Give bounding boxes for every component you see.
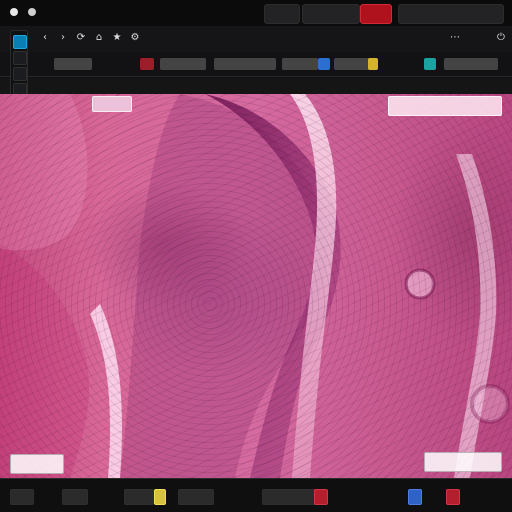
home-icon[interactable]: ⌂ xyxy=(92,31,106,45)
bookmark-icon[interactable]: ★ xyxy=(110,31,124,45)
overlay-panel[interactable] xyxy=(388,96,502,116)
taskbar-item[interactable] xyxy=(446,489,460,505)
taskbar-item[interactable] xyxy=(154,489,166,505)
taskbar-item[interactable] xyxy=(408,489,422,505)
toolbar-chip[interactable] xyxy=(160,58,206,70)
browser-tab[interactable] xyxy=(398,4,504,24)
page-title xyxy=(162,32,422,46)
taskbar-item[interactable] xyxy=(262,489,322,505)
toolbar-chip[interactable] xyxy=(54,58,92,70)
scale-bar-right xyxy=(424,452,502,472)
back-icon[interactable]: ‹ xyxy=(38,31,52,45)
refresh-icon[interactable]: ⟳ xyxy=(74,31,88,45)
settings-icon[interactable]: ⚙ xyxy=(128,31,142,45)
toolbar-chip[interactable] xyxy=(368,58,378,70)
toolbar-chip[interactable] xyxy=(444,58,498,70)
scale-bar-left xyxy=(10,454,64,474)
browser-tab-active[interactable] xyxy=(360,4,392,24)
tissue-texture xyxy=(0,94,512,478)
slide-viewer[interactable] xyxy=(0,94,512,478)
toolbar-chip[interactable] xyxy=(334,58,372,70)
toolbar-chip[interactable] xyxy=(282,58,318,70)
viewer-header-label xyxy=(226,79,306,93)
viewer-header xyxy=(0,78,512,95)
zoom-tool-icon[interactable] xyxy=(13,67,27,81)
extensions-icon[interactable]: ⋯ xyxy=(448,31,462,45)
top-toolbar: ‹ › ⟳ ⌂ ★ ⚙ ⋯ ⏻ xyxy=(0,26,512,53)
toolbar-chip[interactable] xyxy=(424,58,436,70)
taskbar-item[interactable] xyxy=(178,489,214,505)
taskbar-item[interactable] xyxy=(62,489,88,505)
taskbar-item[interactable] xyxy=(314,489,328,505)
pointer-tool-icon[interactable] xyxy=(13,35,27,49)
power-icon[interactable]: ⏻ xyxy=(494,31,508,45)
browser-tab[interactable] xyxy=(302,4,360,24)
forward-icon[interactable]: › xyxy=(56,31,70,45)
top-system-bar xyxy=(0,0,512,27)
overlay-tag[interactable] xyxy=(92,96,132,112)
secondary-toolbar xyxy=(0,52,512,77)
window-control-dot[interactable] xyxy=(28,8,36,16)
toolbar-chip[interactable] xyxy=(140,58,154,70)
browser-tab[interactable] xyxy=(264,4,300,24)
hand-tool-icon[interactable] xyxy=(13,51,27,65)
taskbar-item[interactable] xyxy=(124,489,154,505)
taskbar xyxy=(0,478,512,512)
toolbar-chip[interactable] xyxy=(214,58,276,70)
taskbar-item[interactable] xyxy=(10,489,34,505)
screen: ‹ › ⟳ ⌂ ★ ⚙ ⋯ ⏻ xyxy=(0,0,512,512)
window-control-dot[interactable] xyxy=(10,8,18,16)
toolbar-chip[interactable] xyxy=(318,58,330,70)
